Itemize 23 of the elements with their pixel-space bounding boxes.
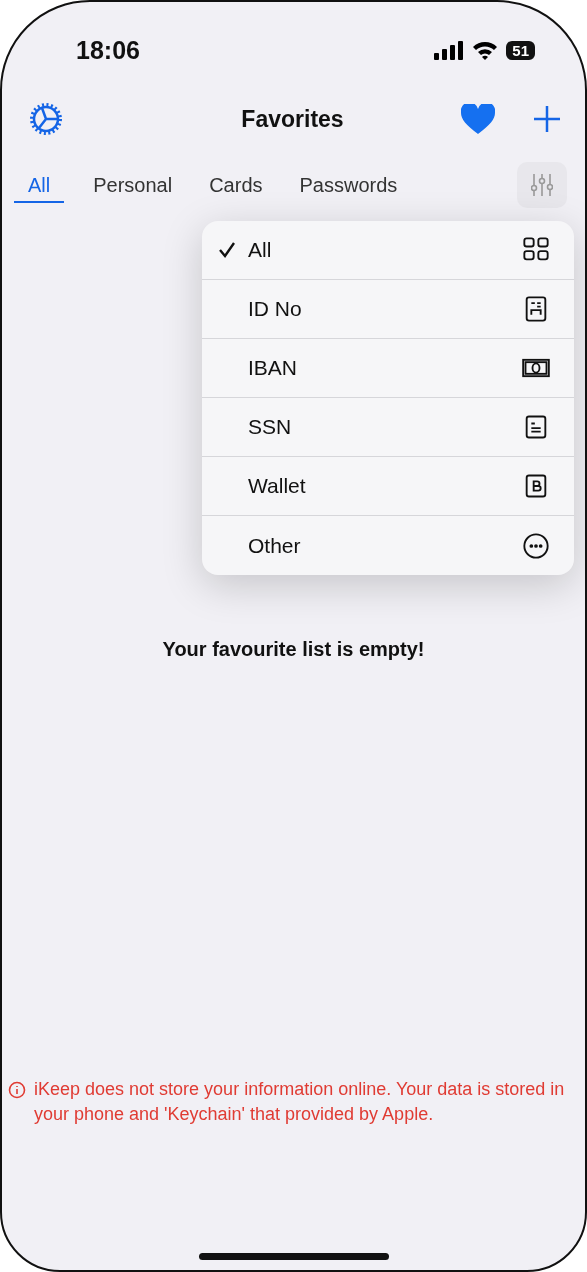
category-tab[interactable]: Personal bbox=[93, 167, 173, 203]
privacy-notice: iKeep does not store your information online. Your data is stored in your phone and 'Keychain' that provided by Apple. bbox=[34, 1078, 566, 1126]
screen-title: Favorites bbox=[240, 105, 345, 133]
menu-item[interactable]: Other bbox=[202, 516, 574, 575]
category-tab[interactable]: All bbox=[14, 167, 65, 203]
heart-icon[interactable] bbox=[461, 104, 495, 134]
more-icon bbox=[522, 531, 550, 560]
signal-icon bbox=[434, 40, 465, 60]
status-time: 18:06 bbox=[76, 35, 140, 65]
settings-icon[interactable] bbox=[28, 101, 64, 137]
battery-indicator: 51 bbox=[506, 40, 535, 60]
menu-item[interactable]: IBAN bbox=[202, 339, 574, 398]
empty-message: Your favourite list is empty! bbox=[161, 638, 426, 661]
sliders-icon bbox=[531, 173, 553, 197]
menu-item[interactable]: Wallet bbox=[202, 457, 574, 516]
category-tab[interactable]: Cards bbox=[209, 167, 263, 203]
category-tab[interactable]: Passwords bbox=[299, 167, 398, 203]
menu-item[interactable]: All bbox=[202, 221, 574, 280]
info-icon bbox=[8, 1081, 26, 1099]
add-icon[interactable] bbox=[533, 105, 561, 133]
wifi-icon bbox=[472, 40, 499, 60]
menu-item[interactable]: SSN bbox=[202, 398, 574, 457]
menu-item[interactable]: ID No bbox=[202, 280, 574, 339]
